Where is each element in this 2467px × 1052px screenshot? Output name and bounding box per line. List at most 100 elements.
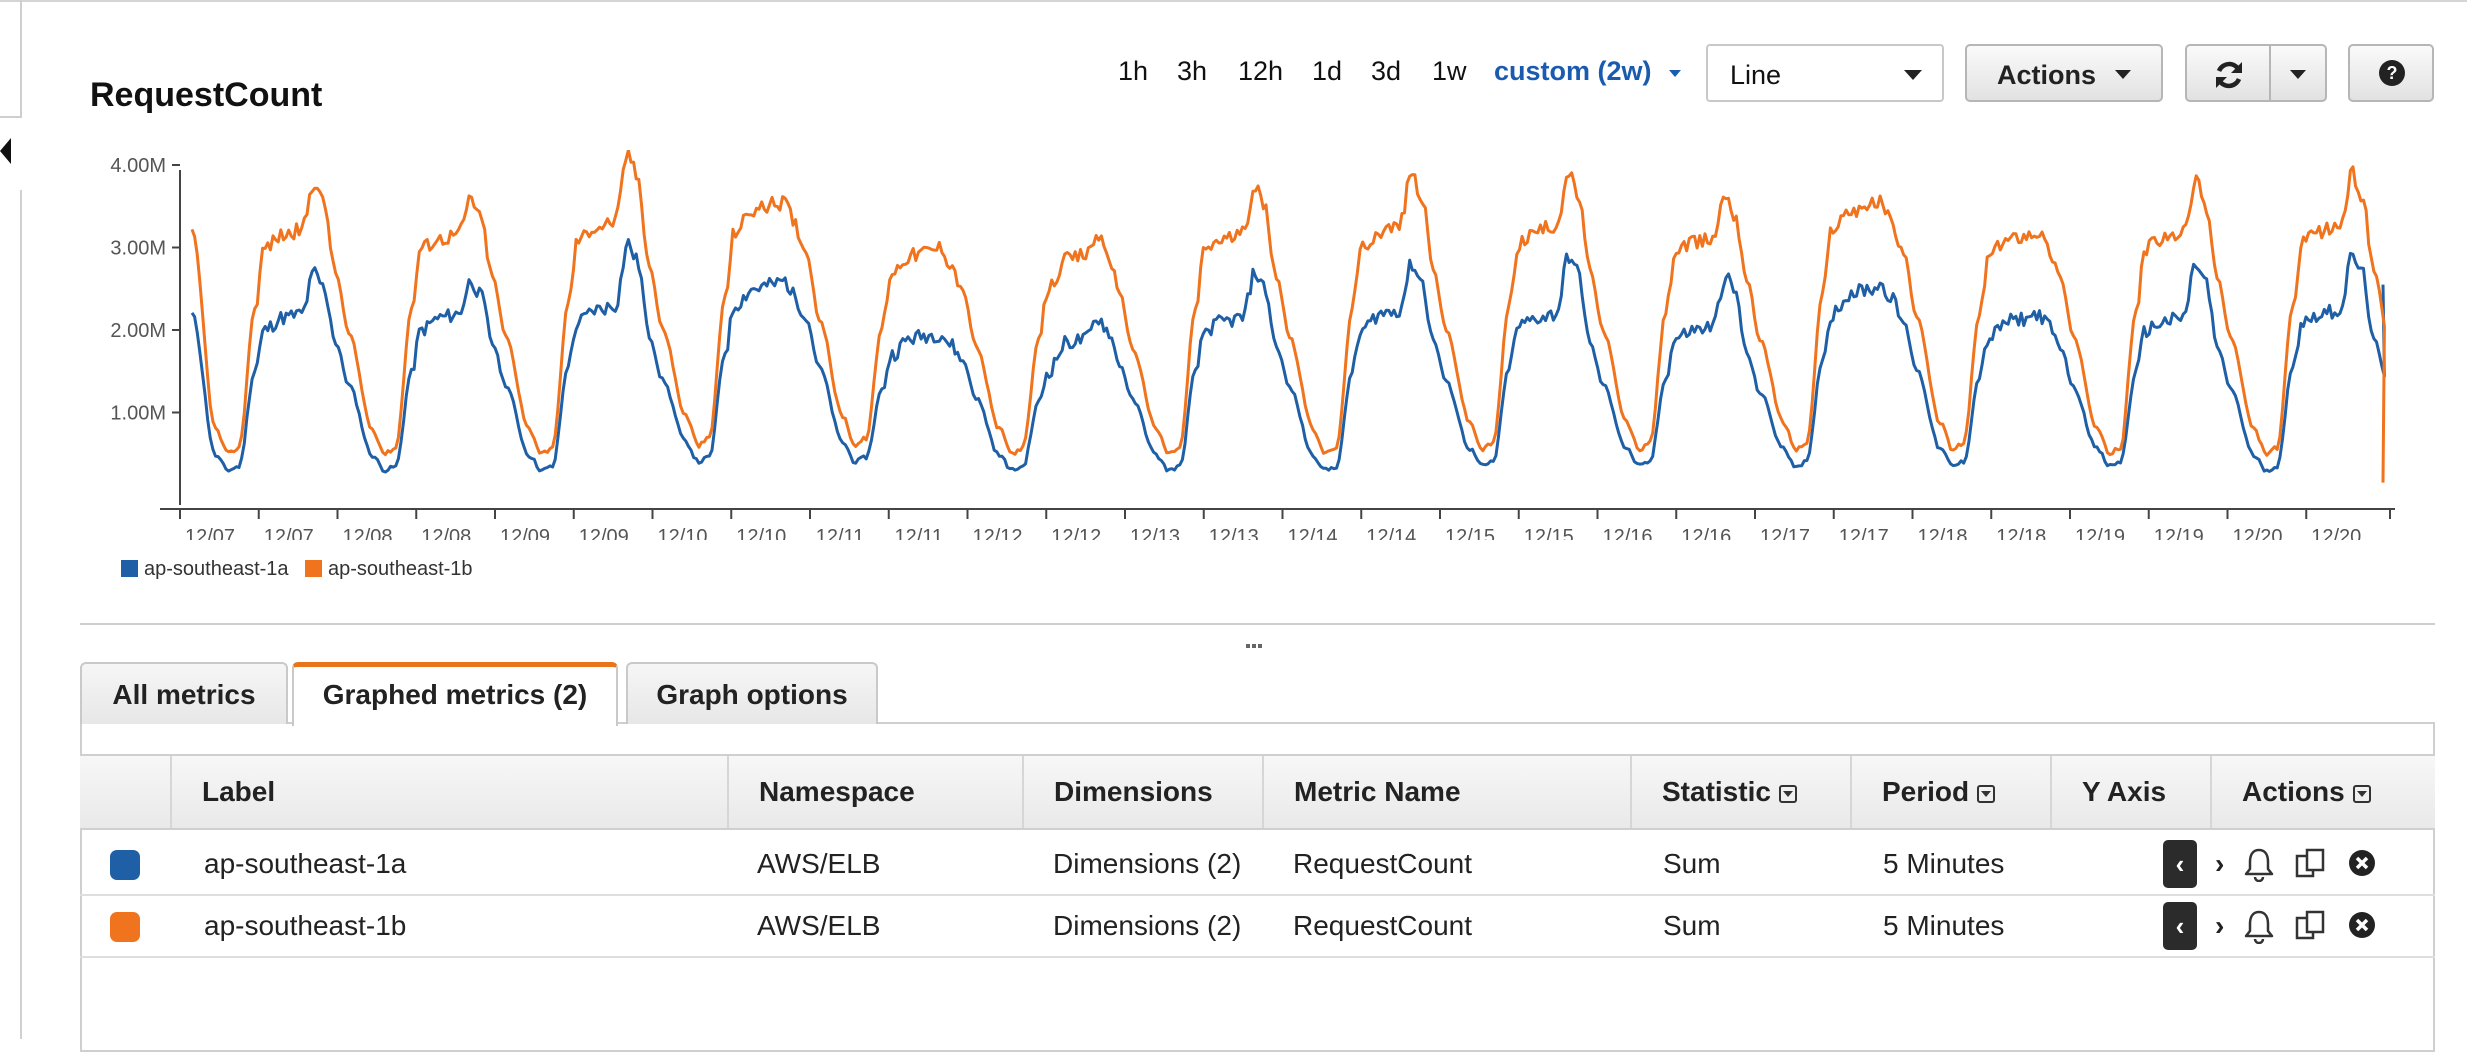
actions-dropdown-icon[interactable] — [2352, 785, 2371, 803]
range-3d[interactable]: 3d — [1371, 56, 1401, 87]
legend-swatch-1b — [305, 560, 322, 577]
statistic-dropdown-icon[interactable] — [1778, 785, 1797, 803]
side-panel-edge — [0, 0, 22, 118]
series-line-ap-southeast-1a — [190, 238, 2386, 474]
range-1d[interactable]: 1d — [1312, 56, 1342, 87]
copy-icon[interactable] — [2293, 908, 2329, 944]
resize-handle[interactable] — [1246, 635, 1270, 648]
row-statistic[interactable]: Sum — [1663, 834, 1721, 894]
legend-item-1b[interactable]: ap-southeast-1b — [305, 558, 473, 580]
range-1w[interactable]: 1w — [1432, 56, 1467, 87]
x-tick-label: 12/15 — [1445, 526, 1495, 540]
row-label[interactable]: ap-southeast-1b — [204, 896, 406, 956]
actions-label: Actions — [1997, 60, 2097, 90]
header-metric-name[interactable]: Metric Name — [1262, 756, 1630, 828]
header-period-text: Period — [1882, 776, 1970, 807]
series-color-swatch[interactable] — [110, 850, 140, 880]
x-tick-label: 12/07 — [185, 526, 235, 540]
x-tick-label: 12/09 — [579, 526, 629, 540]
x-tick-label: 12/16 — [1681, 526, 1731, 540]
chevron-down-icon — [2115, 70, 2131, 79]
legend-item-1a[interactable]: ap-southeast-1a — [121, 558, 289, 580]
x-tick-label: 12/08 — [421, 526, 471, 540]
header-statistic[interactable]: Statistic — [1630, 756, 1850, 828]
top-border — [0, 0, 2467, 2]
header-actions-text: Actions — [2242, 776, 2345, 807]
header-label-text: Label — [202, 776, 276, 807]
bell-icon[interactable] — [2242, 908, 2276, 944]
actions-button[interactable]: Actions — [1965, 44, 2163, 102]
row-dimensions[interactable]: Dimensions (2) — [1053, 834, 1241, 894]
table-row: ap-southeast-1a AWS/ELB Dimensions (2) R… — [80, 834, 2435, 896]
row-dimensions[interactable]: Dimensions (2) — [1053, 896, 1241, 956]
copy-icon[interactable] — [2293, 846, 2329, 882]
row-namespace: AWS/ELB — [757, 910, 881, 941]
series-color-swatch[interactable] — [110, 912, 140, 942]
row-statistic[interactable]: Sum — [1663, 896, 1721, 956]
legend-label-1b: ap-southeast-1b — [328, 558, 473, 580]
header-dimensions[interactable]: Dimensions — [1022, 756, 1262, 828]
chart-type-select[interactable]: Line — [1706, 44, 1944, 102]
x-tick-label: 12/09 — [500, 526, 550, 540]
period-dropdown-icon[interactable] — [1977, 785, 1996, 803]
x-tick-label: 12/16 — [1602, 526, 1652, 540]
help-icon: ? — [2379, 60, 2405, 86]
x-tick-label: 12/20 — [2311, 526, 2361, 540]
close-circle-icon[interactable] — [2347, 848, 2377, 878]
x-tick-label: 12/10 — [736, 526, 786, 540]
x-tick-label: 12/11 — [894, 526, 943, 540]
y-axis-left-button[interactable]: ‹ — [2163, 840, 2197, 888]
y-axis-right-button[interactable]: › — [2215, 834, 2224, 894]
y-tick-label: 3.00M — [110, 238, 166, 260]
refresh-button[interactable] — [2185, 44, 2271, 102]
y-axis-left-button[interactable]: ‹ — [2163, 902, 2197, 950]
range-3h[interactable]: 3h — [1177, 56, 1207, 87]
svg-text:?: ? — [2387, 63, 2398, 83]
x-tick-label: 12/13 — [1130, 526, 1180, 540]
x-tick-label: 12/07 — [264, 526, 314, 540]
x-tick-label: 12/12 — [1051, 526, 1101, 540]
row-label[interactable]: ap-southeast-1a — [204, 834, 406, 894]
refresh-options-button[interactable] — [2269, 44, 2327, 102]
refresh-icon — [2216, 61, 2242, 89]
y-axis-right-button[interactable]: › — [2215, 896, 2224, 956]
tab-graphed-metrics[interactable]: Graphed metrics (2) — [292, 662, 618, 726]
help-button[interactable]: ? — [2348, 44, 2434, 102]
legend-label-1a: ap-southeast-1a — [144, 558, 289, 580]
range-1h[interactable]: 1h — [1118, 56, 1148, 87]
y-tick-label: 1.00M — [110, 403, 166, 425]
x-tick-label: 12/15 — [1524, 526, 1574, 540]
custom-range-chevron-down-icon[interactable] — [1669, 70, 1681, 77]
x-tick-label: 12/18 — [1917, 526, 1967, 540]
x-tick-label: 12/17 — [1839, 526, 1889, 540]
row-period[interactable]: 5 Minutes — [1883, 896, 2004, 956]
x-tick-label: 12/12 — [972, 526, 1022, 540]
range-12h[interactable]: 12h — [1238, 56, 1283, 87]
chart-type-value: Line — [1730, 60, 1782, 90]
header-namespace-text: Namespace — [759, 776, 915, 807]
row-namespace: AWS/ELB — [757, 848, 881, 879]
table-row: ap-southeast-1b AWS/ELB Dimensions (2) R… — [80, 896, 2435, 958]
close-circle-icon[interactable] — [2347, 910, 2377, 940]
legend-swatch-1a — [121, 560, 138, 577]
x-tick-label: 12/17 — [1760, 526, 1810, 540]
y-tick-label: 4.00M — [110, 155, 166, 177]
table-header: Label Namespace Dimensions Metric Name S… — [80, 754, 2435, 830]
row-period[interactable]: 5 Minutes — [1883, 834, 2004, 894]
tab-all-metrics[interactable]: All metrics — [80, 662, 288, 724]
bell-icon[interactable] — [2242, 846, 2276, 882]
x-tick-label: 12/08 — [342, 526, 392, 540]
graph-title: RequestCount — [90, 76, 323, 114]
header-period[interactable]: Period — [1850, 756, 2050, 828]
collapse-panel-icon[interactable] — [0, 138, 11, 164]
x-tick-label: 12/18 — [1996, 526, 2046, 540]
header-metric-name-text: Metric Name — [1294, 776, 1461, 807]
header-dimensions-text: Dimensions — [1054, 776, 1213, 807]
range-custom[interactable]: custom (2w) — [1494, 56, 1652, 87]
header-namespace[interactable]: Namespace — [727, 756, 1022, 828]
x-tick-label: 12/13 — [1209, 526, 1259, 540]
header-actions[interactable]: Actions — [2210, 756, 2435, 828]
header-label[interactable]: Label — [170, 756, 807, 828]
x-tick-label: 12/20 — [2232, 526, 2282, 540]
tab-graph-options[interactable]: Graph options — [626, 662, 878, 724]
